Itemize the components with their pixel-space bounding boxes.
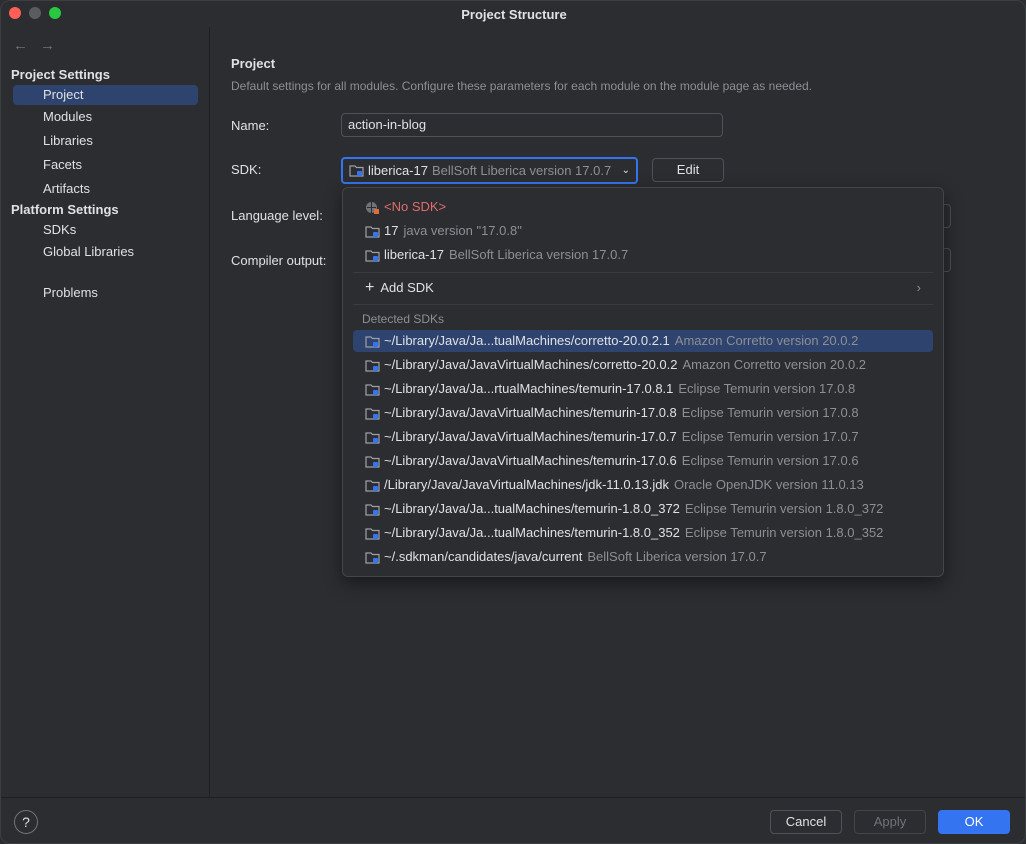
sidebar-item-facets[interactable]: Facets: [13, 155, 198, 175]
sdk-option-name: ~/Library/Java/JavaVirtualMachines/corre…: [384, 357, 678, 372]
sdk-option-liberica-17[interactable]: liberica-17 BellSoft Liberica version 17…: [353, 244, 933, 266]
sdk-option-desc: Amazon Corretto version 20.0.2: [674, 333, 859, 348]
maximize-window-button[interactable]: [49, 7, 61, 19]
sdk-option-desc: Eclipse Temurin version 17.0.8: [678, 381, 856, 396]
chevron-right-icon: ›: [916, 280, 921, 295]
minimize-window-button[interactable]: [29, 7, 41, 19]
sidebar-item-artifacts[interactable]: Artifacts: [13, 179, 198, 199]
sidebar: ← → Project Settings Project Modules Lib…: [1, 27, 210, 797]
ok-button[interactable]: OK: [938, 810, 1010, 834]
detected-sdk-item[interactable]: /Library/Java/JavaVirtualMachines/jdk-11…: [353, 474, 933, 496]
sdk-option-name: ~/Library/Java/JavaVirtualMachines/temur…: [384, 405, 677, 420]
folder-sdk-icon: [365, 503, 380, 516]
sdk-option-no-sdk[interactable]: <No SDK>: [353, 196, 933, 218]
folder-sdk-icon: [349, 165, 364, 177]
sdk-selected-name: liberica-17: [368, 163, 428, 178]
sdk-dropdown-popup: <No SDK> 17 java version "17.0.8" liberi…: [342, 187, 944, 577]
folder-sdk-icon: [365, 335, 380, 348]
sdk-option-desc: Eclipse Temurin version 17.0.8: [681, 405, 859, 420]
detected-sdk-item[interactable]: ~/Library/Java/JavaVirtualMachines/temur…: [353, 402, 933, 424]
platform-settings-header: Platform Settings: [11, 202, 119, 217]
folder-sdk-icon: [365, 407, 380, 420]
sdk-option-desc: Amazon Corretto version 20.0.2: [682, 357, 867, 372]
detected-sdk-item[interactable]: ~/Library/Java/JavaVirtualMachines/temur…: [353, 426, 933, 448]
sdk-option-desc: java version "17.0.8": [403, 223, 522, 238]
sdk-option-desc: Eclipse Temurin version 1.8.0_352: [684, 525, 884, 540]
folder-sdk-icon: [365, 527, 380, 540]
compiler-output-label: Compiler output:: [231, 253, 327, 268]
detected-sdk-item[interactable]: ~/Library/Java/Ja...tualMachines/corrett…: [353, 330, 933, 352]
chevron-down-icon: ⌄: [621, 165, 630, 176]
sdk-option-name: ~/Library/Java/JavaVirtualMachines/temur…: [384, 429, 677, 444]
detected-sdk-item[interactable]: ~/Library/Java/JavaVirtualMachines/corre…: [353, 354, 933, 376]
sdk-option-name: liberica-17: [384, 247, 444, 262]
detected-sdk-item[interactable]: ~/Library/Java/Ja...tualMachines/temurin…: [353, 498, 933, 520]
plus-icon: +: [365, 279, 375, 296]
sdk-option-17[interactable]: 17 java version "17.0.8": [353, 220, 933, 242]
folder-sdk-icon: [365, 359, 380, 372]
title-bar: Project Structure: [1, 1, 1025, 27]
sidebar-item-libraries[interactable]: Libraries: [13, 131, 198, 151]
sdk-option-name: ~/Library/Java/Ja...rtualMachines/temuri…: [384, 381, 674, 396]
dialog-footer: ? Cancel Apply OK: [1, 797, 1025, 843]
apply-button[interactable]: Apply: [854, 810, 926, 834]
folder-sdk-icon: [365, 249, 380, 262]
nav-arrows: ← →: [13, 37, 55, 54]
edit-sdk-button[interactable]: Edit: [652, 158, 724, 182]
detected-sdk-item[interactable]: ~/Library/Java/Ja...tualMachines/temurin…: [353, 522, 933, 544]
separator: [353, 272, 933, 273]
cancel-button[interactable]: Cancel: [770, 810, 842, 834]
folder-sdk-icon: [365, 431, 380, 444]
sdk-selected-desc: BellSoft Liberica version 17.0.7: [431, 163, 612, 178]
detected-sdks-label: Detected SDKs: [362, 312, 445, 326]
sdk-option-name: ~/Library/Java/Ja...tualMachines/temurin…: [384, 501, 680, 516]
sdk-option-desc: BellSoft Liberica version 17.0.7: [587, 549, 767, 564]
sidebar-item-modules[interactable]: Modules: [13, 107, 198, 127]
sidebar-item-project[interactable]: Project: [13, 85, 198, 105]
name-label: Name:: [231, 118, 270, 133]
add-sdk-label: Add SDK: [380, 280, 434, 295]
sdk-option-desc: BellSoft Liberica version 17.0.7: [448, 247, 629, 262]
separator: [353, 304, 933, 305]
sdk-option-name: 17: [384, 223, 399, 238]
forward-arrow-icon[interactable]: →: [40, 37, 55, 54]
project-name-field[interactable]: action-in-blog: [341, 113, 723, 137]
window-title: Project Structure: [461, 6, 567, 22]
project-structure-dialog: Project Structure ← → Project Settings P…: [0, 0, 1026, 844]
detected-sdk-item[interactable]: ~/.sdkman/candidates/java/current BellSof…: [353, 546, 933, 568]
sdk-option-desc: Oracle OpenJDK version 11.0.13: [673, 477, 864, 492]
sdk-option-desc: Eclipse Temurin version 17.0.6: [681, 453, 859, 468]
project-settings-header: Project Settings: [11, 67, 110, 82]
sidebar-item-problems[interactable]: Problems: [13, 283, 198, 303]
sdk-option-name: ~/Library/Java/JavaVirtualMachines/temur…: [384, 453, 677, 468]
sdk-option-name: ~/.sdkman/candidates/java/current: [384, 549, 583, 564]
detected-sdk-item[interactable]: ~/Library/Java/JavaVirtualMachines/temur…: [353, 450, 933, 472]
sdk-option-name: ~/Library/Java/Ja...tualMachines/corrett…: [384, 333, 670, 348]
folder-sdk-icon: [365, 383, 380, 396]
add-sdk-item[interactable]: + Add SDK ›: [353, 277, 933, 299]
sidebar-item-sdks[interactable]: SDKs: [13, 220, 198, 240]
sdk-option-name: ~/Library/Java/Ja...tualMachines/temurin…: [384, 525, 680, 540]
close-window-button[interactable]: [9, 7, 21, 19]
back-arrow-icon[interactable]: ←: [13, 37, 28, 54]
folder-sdk-icon: [365, 225, 380, 238]
language-level-label: Language level:: [231, 208, 323, 223]
page-description: Default settings for all modules. Config…: [231, 79, 813, 93]
sdk-option-desc: Eclipse Temurin version 17.0.7: [681, 429, 859, 444]
sdk-option-desc: Eclipse Temurin version 1.8.0_372: [684, 501, 884, 516]
sdk-label: SDK:: [231, 162, 262, 177]
window-controls: [9, 7, 61, 19]
no-sdk-label: <No SDK>: [384, 199, 447, 214]
sidebar-item-global-libraries[interactable]: Global Libraries: [13, 242, 198, 262]
sdk-option-name: /Library/Java/JavaVirtualMachines/jdk-11…: [384, 477, 669, 492]
folder-sdk-icon: [365, 551, 380, 564]
help-button[interactable]: ?: [14, 810, 38, 834]
detected-sdk-item[interactable]: ~/Library/Java/Ja...rtualMachines/temuri…: [353, 378, 933, 400]
sdk-combobox[interactable]: liberica-17 BellSoft Liberica version 17…: [341, 157, 638, 184]
folder-sdk-icon: [365, 455, 380, 468]
globe-error-icon: [366, 201, 379, 214]
folder-sdk-icon: [365, 479, 380, 492]
page-title: Project: [231, 56, 276, 71]
